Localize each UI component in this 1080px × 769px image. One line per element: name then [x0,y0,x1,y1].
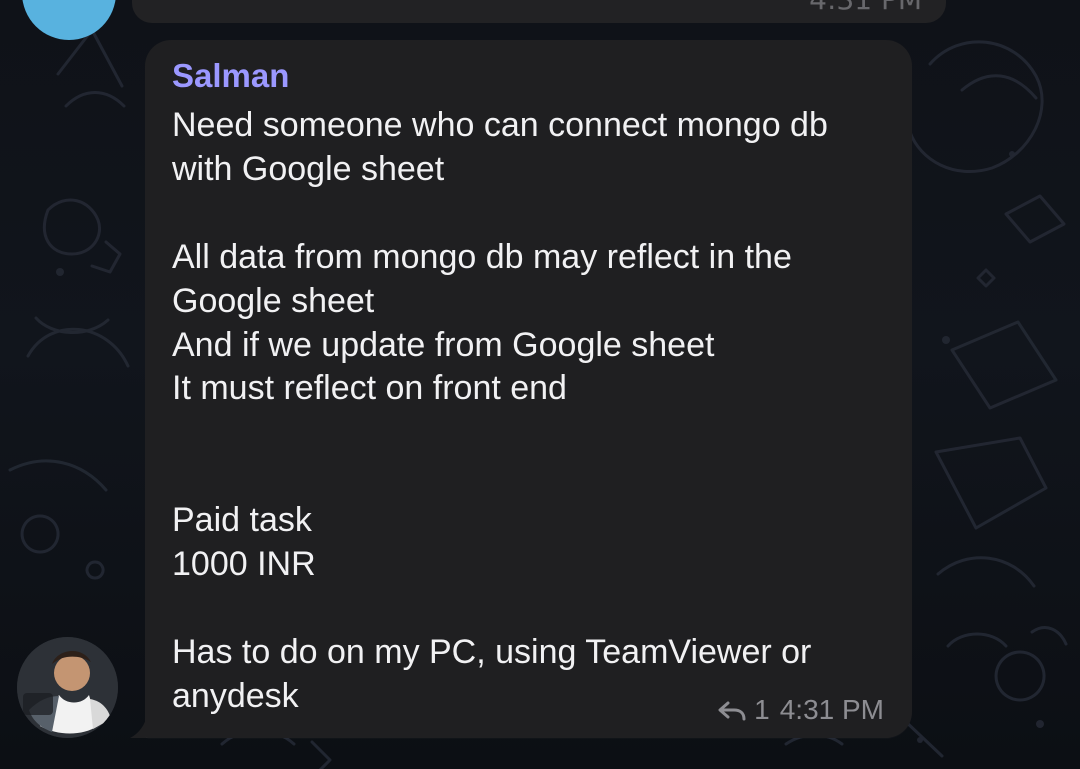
message-line [172,587,902,631]
message-bubble[interactable]: Salman Need someone who can connect mong… [145,40,912,738]
reply-count-group[interactable]: 1 [716,696,770,724]
message-line: Paid task [172,501,312,540]
message-line [172,411,902,455]
reply-count: 1 [754,694,770,725]
previous-message-bubble: 4:31 PM [132,0,946,23]
message-line: Google sheet [172,281,375,320]
sender-name[interactable]: Salman [172,57,289,95]
message-text: Need someone who can connect mongo db wi… [172,104,902,719]
message-line: 1000 INR [172,545,316,584]
message-line: Need someone who can connect mongo db [172,106,828,144]
message-line: Has to do on my PC, using TeamViewer or [172,632,812,671]
avatar[interactable] [17,637,118,738]
message-timestamp: 4:31 PM [779,694,884,725]
message-line [172,455,902,499]
previous-message-timestamp: 4:31 PM [809,0,922,14]
message-line: It must reflect on front end [172,369,567,408]
message-meta: 1 4:31 PM [716,696,884,724]
message-line [172,192,902,236]
avatar-image [17,637,118,738]
message-line: with Google sheet [172,149,445,188]
message-line: All data from mongo db may reflect in th… [172,237,792,276]
reply-arrow-icon [718,701,746,721]
message-line: And if we update from Google sheet [172,325,715,364]
